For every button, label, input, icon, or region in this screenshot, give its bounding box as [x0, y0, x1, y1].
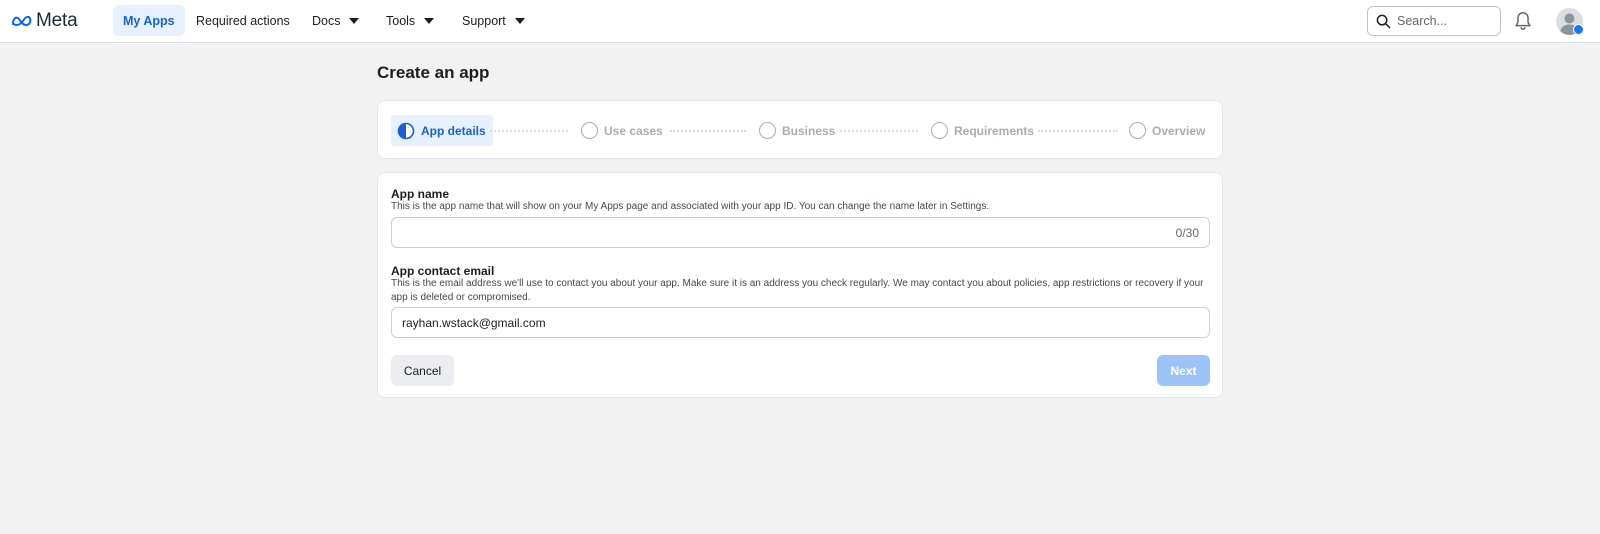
meta-logo[interactable]: Meta	[11, 10, 78, 32]
app-name-field[interactable]: 0/30	[391, 217, 1210, 248]
chevron-down-icon	[514, 17, 525, 24]
chevron-down-icon	[349, 17, 360, 24]
search-input[interactable]	[1397, 14, 1487, 28]
facebook-badge-icon	[1573, 24, 1584, 35]
empty-circle-icon	[581, 122, 598, 139]
page-title: Create an app	[377, 63, 490, 82]
half-circle-icon	[397, 122, 415, 139]
next-button[interactable]: Next	[1157, 355, 1210, 386]
search-icon	[1376, 14, 1391, 28]
app-name-label: App name	[391, 187, 450, 201]
nav-support-label: Support	[462, 13, 506, 28]
step-connector	[840, 130, 918, 132]
empty-circle-icon	[931, 122, 948, 139]
step-business: Business	[759, 115, 835, 146]
nav-required-actions[interactable]: Required actions	[186, 5, 300, 36]
step-overview: Overview	[1129, 115, 1205, 146]
nav-docs-label: Docs	[312, 13, 341, 28]
search-box[interactable]	[1367, 6, 1501, 36]
app-name-input[interactable]	[402, 225, 1168, 240]
contact-email-label: App contact email	[391, 264, 495, 278]
contact-email-input[interactable]	[402, 315, 1199, 330]
step-label: Business	[782, 123, 836, 138]
step-label: Overview	[1152, 123, 1206, 138]
step-label: Use cases	[604, 123, 663, 138]
step-connector	[670, 130, 746, 132]
step-label: Requirements	[954, 123, 1035, 138]
character-counter: 0/30	[1175, 225, 1199, 240]
chevron-down-icon	[424, 17, 435, 24]
nav-my-apps-label: My Apps	[123, 13, 175, 28]
logo-wordmark: Meta	[36, 10, 78, 31]
step-use-cases: Use cases	[581, 115, 663, 146]
empty-circle-icon	[1129, 122, 1146, 139]
step-label: App details	[421, 123, 486, 138]
nav-required-actions-label: Required actions	[196, 13, 290, 28]
app-name-description: This is the app name that will show on y…	[391, 201, 990, 212]
bell-icon[interactable]	[1512, 10, 1534, 32]
nav-docs[interactable]: Docs	[302, 5, 369, 36]
step-app-details[interactable]: App details	[391, 115, 493, 146]
nav-my-apps[interactable]: My Apps	[113, 5, 185, 36]
step-requirements: Requirements	[931, 115, 1034, 146]
top-nav: Meta My Apps Required actions Docs Tools…	[0, 0, 1600, 43]
nav-tools-label: Tools	[386, 13, 416, 28]
contact-email-field[interactable]	[391, 307, 1210, 338]
nav-support[interactable]: Support	[452, 5, 535, 36]
step-connector	[1038, 130, 1118, 132]
cancel-button[interactable]: Cancel	[391, 355, 454, 386]
app-details-form: App name This is the app name that will …	[377, 172, 1223, 398]
step-progress: App details Use cases Business Requireme…	[377, 100, 1223, 159]
meta-infinity-icon	[12, 15, 32, 27]
contact-email-description: This is the email address we'll use to c…	[391, 278, 1204, 303]
nav-tools[interactable]: Tools	[376, 5, 444, 36]
step-connector	[490, 130, 568, 132]
empty-circle-icon	[759, 122, 776, 139]
